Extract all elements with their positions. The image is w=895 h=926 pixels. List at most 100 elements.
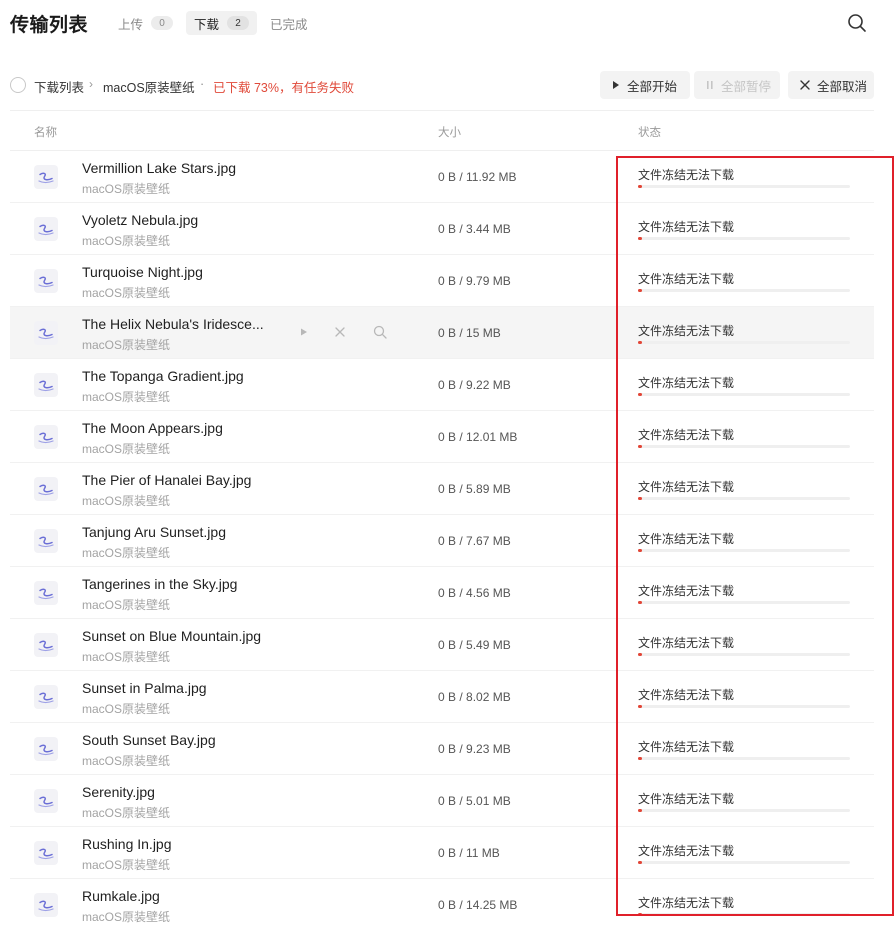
breadcrumb-root[interactable]: 下载列表 (34, 77, 84, 96)
file-folder: macOS原装壁纸 (82, 754, 171, 768)
status-text: 文件冻结无法下载 (638, 480, 735, 494)
file-folder: macOS原装壁纸 (82, 390, 171, 404)
tab-label: 下载 (194, 17, 220, 32)
table-row[interactable]: Serenity.jpg macOS原装壁纸 0 B / 5.01 MB 文件冻结无法… (10, 775, 874, 827)
image-file-icon (34, 477, 58, 501)
table-row[interactable]: Sunset on Blue Mountain.jpg macOS原装壁纸 0 B … (10, 619, 874, 671)
progress-bar (638, 809, 850, 812)
download-list: Vermillion Lake Stars.jpg macOS原装壁纸 0 B / … (10, 151, 874, 926)
file-name: The Topanga Gradient.jpg (82, 368, 244, 384)
start-all-button[interactable]: 全部开始 (600, 71, 690, 99)
table-row[interactable]: The Pier of Hanalei Bay.jpg macOS原装壁纸 0 B … (10, 463, 874, 515)
progress-bar (638, 861, 850, 864)
image-file-icon (34, 529, 58, 553)
breadcrumb-separator: › (89, 77, 93, 91)
progress-fill (638, 445, 643, 448)
progress-fill (638, 913, 643, 916)
download-status-text: 已下载 73%，有任务失败 (213, 81, 354, 95)
file-name: Vyoletz Nebula.jpg (82, 212, 199, 228)
status-text: 文件冻结无法下载 (638, 740, 735, 754)
file-size: 0 B / 11.92 MB (438, 170, 517, 184)
select-all-radio[interactable] (10, 77, 26, 93)
cancel-all-button[interactable]: 全部取消 (788, 71, 874, 99)
tab-download[interactable]: 下载 2 (186, 11, 258, 35)
table-row[interactable]: The Moon Appears.jpg macOS原装壁纸 0 B / 12.01… (10, 411, 874, 463)
table-row[interactable]: Tangerines in the Sky.jpg macOS原装壁纸 0 B / … (10, 567, 874, 619)
file-folder: macOS原装壁纸 (82, 338, 171, 352)
progress-fill (638, 549, 643, 552)
file-name: Rushing In.jpg (82, 836, 172, 852)
search-icon[interactable] (372, 324, 388, 340)
file-folder: macOS原装壁纸 (82, 598, 171, 612)
image-file-icon (34, 217, 58, 241)
progress-fill (638, 861, 643, 864)
tab-count-badge: 0 (151, 16, 174, 30)
search-icon[interactable] (846, 12, 868, 34)
tab-completed[interactable]: 已完成 (262, 11, 316, 35)
tab-upload[interactable]: 上传 0 (110, 11, 181, 35)
file-name: Sunset on Blue Mountain.jpg (82, 628, 262, 644)
file-folder: macOS原装壁纸 (82, 910, 171, 924)
start-all-label: 全部开始 (627, 79, 678, 94)
file-size: 0 B / 5.49 MB (438, 638, 511, 652)
table-row[interactable]: Turquoise Night.jpg macOS原装壁纸 0 B / 9.79 M… (10, 255, 874, 307)
progress-bar (638, 393, 850, 396)
file-size: 0 B / 4.56 MB (438, 586, 511, 600)
breadcrumb-folder: macOS原装壁纸 (103, 81, 195, 95)
image-file-icon (34, 789, 58, 813)
progress-fill (638, 185, 643, 188)
file-folder: macOS原装壁纸 (82, 182, 171, 196)
image-file-icon (34, 373, 58, 397)
image-file-icon (34, 737, 58, 761)
table-row[interactable]: South Sunset Bay.jpg macOS原装壁纸 0 B / 9.23 … (10, 723, 874, 775)
file-folder: macOS原装壁纸 (82, 442, 171, 456)
file-size: 0 B / 15 MB (438, 326, 501, 340)
progress-bar (638, 653, 850, 656)
file-folder: macOS原装壁纸 (82, 650, 171, 664)
file-name: Tanjung Aru Sunset.jpg (82, 524, 226, 540)
file-size: 0 B / 5.01 MB (438, 794, 511, 808)
file-name: The Helix Nebula's Iridesce... (82, 316, 264, 332)
file-folder: macOS原装壁纸 (82, 806, 171, 820)
tab-label: 上传 (118, 17, 144, 32)
status-text: 文件冻结无法下载 (638, 376, 735, 390)
status-text: 文件冻结无法下载 (638, 792, 735, 806)
status-text: 文件冻结无法下载 (638, 272, 735, 286)
pause-all-button[interactable]: 全部暂停 (694, 71, 780, 99)
table-row[interactable]: Rumkale.jpg macOS原装壁纸 0 B / 14.25 MB 文件冻结无法… (10, 879, 874, 926)
file-name: Turquoise Night.jpg (82, 264, 203, 280)
close-icon[interactable] (332, 324, 348, 340)
progress-fill (638, 393, 643, 396)
table-row[interactable]: Vermillion Lake Stars.jpg macOS原装壁纸 0 B / … (10, 151, 874, 203)
pause-icon (707, 81, 713, 89)
status-text: 文件冻结无法下载 (638, 168, 735, 182)
file-name: Vermillion Lake Stars.jpg (82, 160, 237, 176)
image-file-icon (34, 893, 58, 917)
play-icon[interactable] (296, 324, 312, 340)
image-file-icon (34, 685, 58, 709)
toolbar: 下载列表 › macOS原装壁纸 · 已下载 73%，有任务失败 全部开始 全部… (0, 70, 895, 100)
progress-fill (638, 757, 643, 760)
file-folder: macOS原装壁纸 (82, 286, 171, 300)
progress-fill (638, 601, 643, 604)
progress-bar (638, 289, 850, 292)
table-row[interactable]: Vyoletz Nebula.jpg macOS原装壁纸 0 B / 3.44 MB… (10, 203, 874, 255)
table-row[interactable]: The Topanga Gradient.jpg macOS原装壁纸 0 B / 9… (10, 359, 874, 411)
status-text: 文件冻结无法下载 (638, 324, 735, 338)
tab-count-badge: 2 (227, 16, 250, 30)
status-text: 文件冻结无法下载 (638, 584, 735, 598)
table-row[interactable]: Rushing In.jpg macOS原装壁纸 0 B / 11 MB 文件冻结无法… (10, 827, 874, 879)
file-name: Serenity.jpg (82, 784, 155, 800)
file-folder: macOS原装壁纸 (82, 494, 171, 508)
image-file-icon (34, 321, 58, 345)
file-name: Sunset in Palma.jpg (82, 680, 207, 696)
progress-bar (638, 757, 850, 760)
file-name: Tangerines in the Sky.jpg (82, 576, 238, 592)
column-header-size: 大小 (438, 127, 461, 139)
progress-bar (638, 497, 850, 500)
table-row[interactable]: The Helix Nebula's Iridesce... macOS原装壁纸 0… (10, 307, 874, 359)
table-row[interactable]: Tanjung Aru Sunset.jpg macOS原装壁纸 0 B / 7.6… (10, 515, 874, 567)
file-name: The Pier of Hanalei Bay.jpg (82, 472, 252, 488)
status-text: 文件冻结无法下载 (638, 532, 735, 546)
table-row[interactable]: Sunset in Palma.jpg macOS原装壁纸 0 B / 8.02 M… (10, 671, 874, 723)
